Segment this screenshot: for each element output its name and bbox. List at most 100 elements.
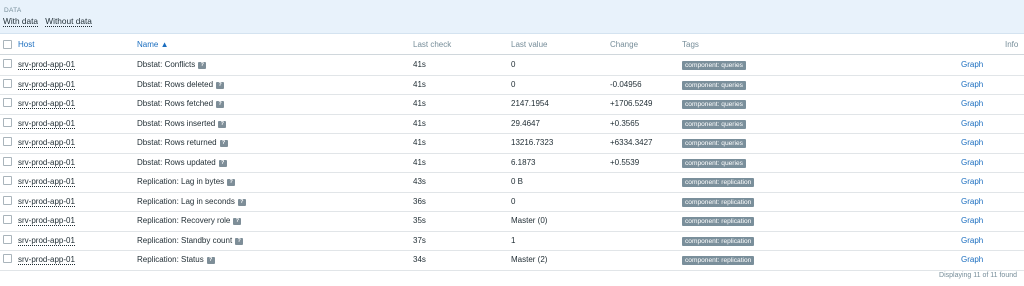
host-link[interactable]: srv-prod-app-01 (18, 138, 75, 148)
host-link[interactable]: srv-prod-app-01 (18, 216, 75, 226)
graph-link[interactable]: Graph (961, 197, 983, 206)
tag-badge[interactable]: component: queries (682, 100, 746, 109)
last-value: 0 B (511, 177, 524, 186)
item-name-cell: Replication: Lag in bytes? (137, 172, 236, 191)
last-value: 1 (511, 235, 516, 245)
tag-badge[interactable]: component: replication (682, 256, 755, 265)
tag-badge[interactable]: component: queries (682, 158, 746, 168)
last-value: 2147.1954 (511, 99, 549, 108)
header-last-check: Last check (413, 40, 452, 49)
item-name-cell: Replication: Standby count? (137, 231, 244, 250)
description-icon[interactable]: ? (233, 218, 242, 225)
last-value: 0 (511, 79, 516, 89)
host-link[interactable]: srv-prod-app-01 (18, 177, 75, 187)
row-checkbox[interactable] (3, 195, 12, 205)
tag-badge[interactable]: component: queries (682, 119, 746, 129)
item-name: Replication: Standby count (137, 235, 233, 245)
graph-link[interactable]: Graph (961, 255, 983, 264)
host-link[interactable]: srv-prod-app-01 (18, 60, 75, 70)
description-icon[interactable]: ? (227, 179, 236, 186)
header-info: Info (1005, 40, 1019, 49)
last-check: 41s (413, 99, 426, 108)
host-link[interactable]: srv-prod-app-01 (18, 157, 75, 168)
graph-link[interactable]: Graph (961, 158, 983, 167)
tag-badge[interactable]: component: queries (682, 139, 746, 148)
tag-badge[interactable]: component: replication (682, 236, 755, 246)
table-row: srv-prod-app-01 Replication: Standby coun… (0, 231, 1024, 251)
host-link[interactable]: srv-prod-app-01 (18, 255, 75, 265)
description-icon[interactable]: ? (218, 159, 227, 167)
last-check: 34s (413, 255, 426, 264)
item-name: Dbstat: Rows inserted (137, 118, 216, 128)
row-checkbox[interactable] (3, 117, 12, 127)
description-icon[interactable]: ? (206, 257, 215, 264)
table-header: Host Name ▲ Last check Last value Change… (0, 36, 1024, 55)
last-check: 36s (413, 196, 426, 206)
header-tags: Tags (682, 40, 699, 49)
graph-link[interactable]: Graph (961, 236, 983, 245)
host-link[interactable]: srv-prod-app-01 (18, 79, 75, 90)
header-last-value: Last value (511, 40, 548, 49)
row-checkbox[interactable] (3, 137, 12, 146)
description-icon[interactable]: ? (198, 62, 207, 69)
item-name-cell: Dbstat: Rows fetched? (137, 94, 225, 113)
tab-with-data[interactable]: With data (3, 16, 39, 27)
graph-link[interactable]: Graph (961, 60, 983, 69)
change-value: +0.5539 (610, 157, 640, 167)
description-icon[interactable]: ? (237, 198, 246, 206)
tag-badge[interactable]: component: queries (682, 80, 746, 90)
last-value: 0 (511, 196, 516, 206)
filter-tabs: With data Without data (3, 16, 97, 27)
tag-badge[interactable]: component: queries (682, 61, 746, 70)
host-link[interactable]: srv-prod-app-01 (18, 196, 75, 207)
item-name: Dbstat: Conflicts (137, 60, 196, 69)
item-name: Replication: Recovery role (137, 216, 231, 225)
table-row: srv-prod-app-01 Dbstat: Rows returned? 41s… (0, 133, 1024, 154)
description-icon[interactable]: ? (219, 140, 228, 147)
graph-link[interactable]: Graph (961, 119, 983, 128)
row-checkbox[interactable] (3, 176, 12, 185)
header-name[interactable]: Name ▲ (137, 36, 168, 54)
table-row: srv-prod-app-01 Replication: Lag in bytes… (0, 172, 1024, 193)
row-checkbox[interactable] (3, 215, 12, 224)
description-icon[interactable]: ? (218, 120, 227, 128)
tab-without-data[interactable]: Without data (45, 16, 92, 27)
host-link[interactable]: srv-prod-app-01 (18, 235, 75, 246)
description-icon[interactable]: ? (216, 81, 225, 89)
last-check: 41s (413, 138, 426, 147)
row-checkbox[interactable] (3, 254, 12, 263)
change-value: +6334.3427 (610, 138, 653, 147)
last-value: Master (2) (511, 255, 548, 264)
item-name: Replication: Lag in bytes (137, 177, 225, 186)
item-name-cell: Replication: Lag in seconds? (137, 192, 246, 211)
row-checkbox[interactable] (3, 234, 12, 244)
row-checkbox[interactable] (3, 59, 12, 68)
last-check: 41s (413, 157, 426, 167)
graph-link[interactable]: Graph (961, 80, 983, 89)
table-row: srv-prod-app-01 Dbstat: Rows deleted? 41s 0… (0, 75, 1024, 95)
graph-link[interactable]: Graph (961, 99, 983, 108)
item-name: Dbstat: Rows deleted (137, 79, 214, 89)
item-name: Dbstat: Rows fetched (137, 99, 214, 108)
row-checkbox[interactable] (3, 98, 12, 107)
row-checkbox[interactable] (3, 78, 12, 88)
host-link[interactable]: srv-prod-app-01 (18, 118, 75, 129)
description-icon[interactable]: ? (216, 101, 225, 108)
tag-badge[interactable]: component: replication (682, 217, 755, 226)
host-link[interactable]: srv-prod-app-01 (18, 99, 75, 109)
item-name-cell: Replication: Recovery role? (137, 211, 242, 230)
select-all-checkbox[interactable] (3, 40, 12, 49)
graph-link[interactable]: Graph (961, 138, 983, 147)
row-checkbox[interactable] (3, 156, 12, 166)
description-icon[interactable]: ? (235, 237, 244, 245)
graph-link[interactable]: Graph (961, 177, 983, 186)
graph-link[interactable]: Graph (961, 216, 983, 225)
tag-badge[interactable]: component: replication (682, 197, 755, 207)
table-row: srv-prod-app-01 Replication: Lag in secon… (0, 192, 1024, 212)
last-check: 43s (413, 177, 426, 186)
change-value: +0.3565 (610, 118, 640, 128)
header-host[interactable]: Host (18, 36, 34, 54)
last-check: 35s (413, 216, 426, 225)
item-name: Dbstat: Rows updated (137, 157, 216, 167)
tag-badge[interactable]: component: replication (682, 178, 755, 187)
